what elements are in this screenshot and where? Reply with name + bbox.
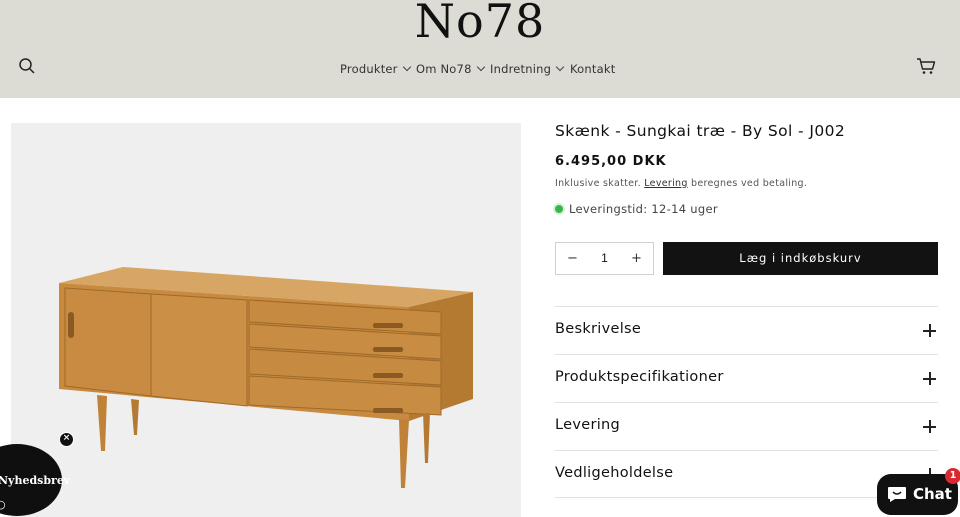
delivery-time-label: Leveringstid: 12-14 uger [569,202,718,216]
accordion-label: Produktspecifikationer [555,369,724,385]
quantity-input[interactable] [589,243,620,274]
accordion-label: Vedligeholdelse [555,465,674,481]
plus-icon [923,372,936,385]
cart-icon[interactable] [916,56,936,76]
add-to-cart-button[interactable]: Læg i indkøbskurv [663,242,938,275]
tax-note-prefix: Inklusive skatter. [555,178,641,189]
site-logo[interactable]: No78 [0,0,960,48]
newsletter-gift-icon: ○ [0,498,6,511]
nav-label: Produkter [340,62,398,76]
accordion-produktspecifikationer[interactable]: Produktspecifikationer [555,354,938,402]
accordion-levering[interactable]: Levering [555,402,938,450]
decrease-quantity-button[interactable]: − [556,243,589,274]
status-dot-icon [555,205,563,213]
chevron-down-icon [402,62,411,72]
product-price: 6.495,00 DKK [555,154,667,169]
quantity-stepper: − + [555,242,654,275]
plus-icon [923,324,936,337]
chat-label: Chat [913,485,952,503]
nav-item-om-no78[interactable]: Om No78 [416,62,485,76]
chevron-down-icon [555,62,565,72]
chevron-down-icon [476,62,485,72]
accordion-label: Beskrivelse [555,321,642,337]
nav-label: Indretning [490,62,552,76]
accordion-label: Levering [555,417,621,433]
nav-item-produkter[interactable]: Produkter [340,62,411,76]
product-image[interactable] [11,123,521,517]
increase-quantity-button[interactable]: + [620,243,653,274]
plus-icon [923,420,936,433]
sideboard-image [59,267,473,488]
product-accordion: Beskrivelse Produktspecifikationer Lever… [555,306,938,498]
nav-item-kontakt[interactable]: Kontakt [570,62,615,76]
chat-bubble-icon [888,487,906,502]
tax-note: Inklusive skatter. Levering beregnes ved… [555,178,807,189]
nav-item-indretning[interactable]: Indretning [490,62,565,76]
newsletter-label: Nyhedsbrev [0,474,71,487]
newsletter-close-button[interactable]: × [59,432,74,447]
chat-unread-badge: 1 [945,468,960,484]
nav-label: Om No78 [416,62,472,76]
accordion-beskrivelse[interactable]: Beskrivelse [555,306,938,354]
delivery-time: Leveringstid: 12-14 uger [555,202,718,216]
tax-note-suffix: beregnes ved betaling. [691,178,808,189]
nav-label: Kontakt [570,62,616,76]
site-header: No78 Produkter Om No78 Indretning Kontak… [0,0,960,98]
shipping-link[interactable]: Levering [644,178,687,189]
product-title: Skænk - Sungkai træ - By Sol - J002 [555,122,846,140]
main-nav: Produkter Om No78 Indretning Kontakt [0,62,960,78]
